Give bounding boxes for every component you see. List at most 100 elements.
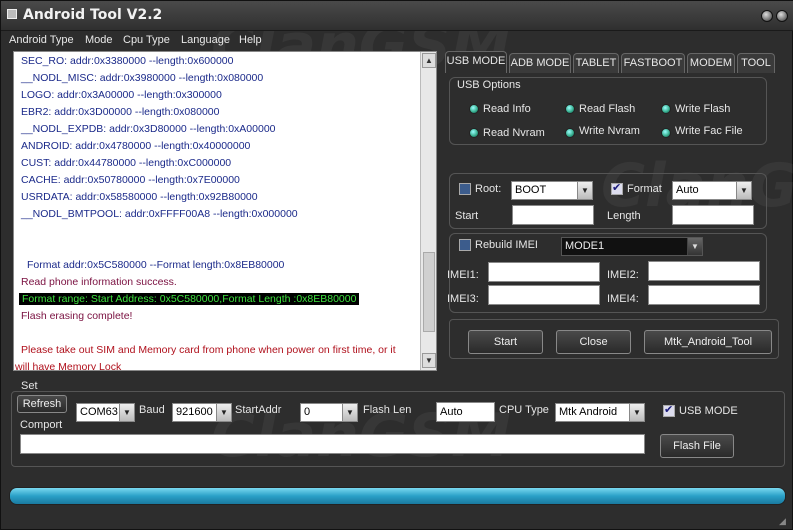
startaddr-value: 0 xyxy=(304,406,311,418)
mtk-android-tool-button[interactable]: Mtk_Android_Tool xyxy=(644,330,772,354)
log-format-range: Format range: Start Address: 0x5C580000,… xyxy=(19,293,360,305)
startaddr-select[interactable]: 0 ▼ xyxy=(300,403,358,422)
usb-mode-label: USB MODE xyxy=(679,405,738,417)
menu-cpu-type[interactable]: Cpu Type xyxy=(123,34,170,46)
chevron-down-icon[interactable]: ▼ xyxy=(342,404,357,421)
rebuild-imei-label: Rebuild IMEI xyxy=(475,239,538,251)
main-window: ClanGSM ClanGSM ClanGSM Android Tool V2.… xyxy=(0,0,793,530)
cpu-type-value: Mtk Android xyxy=(559,406,618,418)
chevron-down-icon[interactable]: ▼ xyxy=(216,404,231,421)
comport-field[interactable] xyxy=(20,434,645,454)
log-read-success: Read phone information success. xyxy=(21,276,177,288)
tab-usb-mode[interactable]: USB MODE xyxy=(445,51,507,73)
imei2-field[interactable] xyxy=(648,261,760,281)
option-read-flash[interactable]: Read Flash xyxy=(579,103,635,115)
flashlen-field[interactable]: Auto xyxy=(436,402,495,422)
root-checkbox[interactable] xyxy=(459,183,471,195)
comport-label: Comport xyxy=(20,419,63,431)
startaddr-label: StartAddr xyxy=(235,404,282,416)
minimize-icon[interactable] xyxy=(761,10,773,22)
tab-modem[interactable]: MODEM xyxy=(687,53,735,73)
log-line: CACHE: addr:0x50780000 --length:0x7E0000… xyxy=(21,174,240,186)
imei4-label: IMEI4: xyxy=(607,293,639,305)
format-select[interactable]: Auto ▼ xyxy=(672,181,752,200)
tab-fastboot[interactable]: FASTBOOT xyxy=(621,53,685,73)
format-checkbox[interactable] xyxy=(611,181,623,195)
root-value: BOOT xyxy=(515,184,547,196)
refresh-button[interactable]: Refresh xyxy=(17,395,67,413)
radio-icon[interactable] xyxy=(661,104,671,114)
chevron-down-icon[interactable]: ▼ xyxy=(736,182,751,199)
baud-value: 921600 xyxy=(176,406,213,418)
tab-tablet[interactable]: TABLET xyxy=(573,53,619,73)
imei-mode-select[interactable]: MODE1 ▼ xyxy=(561,237,703,256)
chevron-down-icon[interactable]: ▼ xyxy=(577,182,592,199)
com-port-value: COM63 xyxy=(80,406,118,418)
tab-tool[interactable]: TOOL xyxy=(737,53,775,73)
root-select[interactable]: BOOT ▼ xyxy=(511,181,593,200)
option-read-info[interactable]: Read Info xyxy=(483,103,531,115)
chevron-down-icon[interactable]: ▼ xyxy=(629,404,644,421)
menu-bar: Android Type Mode Cpu Type Language Help xyxy=(1,31,793,49)
log-line: ANDROID: addr:0x4780000 --length:0x40000… xyxy=(21,140,251,152)
scroll-down-icon[interactable]: ▼ xyxy=(422,353,436,368)
scroll-thumb[interactable] xyxy=(423,252,435,332)
menu-language[interactable]: Language xyxy=(181,34,230,46)
length-field[interactable] xyxy=(672,205,754,225)
usb-options-title: USB Options xyxy=(457,79,521,91)
imei1-field[interactable] xyxy=(488,262,600,282)
baud-select[interactable]: 921600 ▼ xyxy=(172,403,232,422)
option-write-nvram[interactable]: Write Nvram xyxy=(579,125,640,137)
start-label: Start xyxy=(455,210,479,222)
format-value: Auto xyxy=(676,184,699,196)
close-button[interactable]: Close xyxy=(556,330,631,354)
menu-mode[interactable]: Mode xyxy=(85,34,113,46)
flash-file-button[interactable]: Flash File xyxy=(660,434,734,458)
radio-icon[interactable] xyxy=(661,128,671,138)
cpu-type-select[interactable]: Mtk Android ▼ xyxy=(555,403,645,422)
option-write-flash[interactable]: Write Flash xyxy=(675,103,730,115)
radio-icon[interactable] xyxy=(469,104,479,114)
imei3-label: IMEI3: xyxy=(447,293,479,305)
flashlen-label: Flash Len xyxy=(363,404,412,416)
option-write-fac-file[interactable]: Write Fac File xyxy=(675,125,743,137)
log-output[interactable]: SEC_RO: addr:0x3380000 --length:0x600000… xyxy=(13,51,437,371)
start-button[interactable]: Start xyxy=(468,330,543,354)
scroll-up-icon[interactable]: ▲ xyxy=(422,53,436,68)
cpu-type-label: CPU Type xyxy=(499,404,549,416)
log-line: __NODL_BMTPOOL: addr:0xFFFF00A8 --length… xyxy=(21,208,298,220)
radio-icon[interactable] xyxy=(565,128,575,138)
log-format-range-wrap: Format range: Start Address: 0x5C580000,… xyxy=(19,293,360,305)
log-format-line: Format addr:0x5C580000 --Format length:0… xyxy=(27,259,285,271)
log-line: USRDATA: addr:0x58580000 --length:0x92B8… xyxy=(21,191,258,203)
length-label: Length xyxy=(607,210,641,222)
log-line: LOGO: addr:0x3A00000 --length:0x300000 xyxy=(21,89,222,101)
format-label: Format xyxy=(627,183,662,195)
log-warning: Please take out SIM and Memory card from… xyxy=(21,344,396,356)
rebuild-imei-checkbox[interactable] xyxy=(459,239,471,251)
radio-icon[interactable] xyxy=(469,128,479,138)
chevron-down-icon[interactable]: ▼ xyxy=(687,238,702,255)
option-read-nvram[interactable]: Read Nvram xyxy=(483,127,545,139)
com-port-select[interactable]: COM63 ▼ xyxy=(76,403,135,422)
start-field[interactable] xyxy=(512,205,594,225)
imei4-field[interactable] xyxy=(648,285,760,305)
radio-icon[interactable] xyxy=(565,104,575,114)
tab-adb-mode[interactable]: ADB MODE xyxy=(509,53,571,73)
log-line: EBR2: addr:0x3D00000 --length:0x080000 xyxy=(21,106,220,118)
log-flash-complete: Flash erasing complete! xyxy=(21,310,133,322)
menu-android-type[interactable]: Android Type xyxy=(9,34,74,46)
imei3-field[interactable] xyxy=(488,285,600,305)
close-icon[interactable] xyxy=(776,10,788,22)
log-line: __NODL_MISC: addr:0x3980000 --length:0x0… xyxy=(21,72,264,84)
log-scrollbar[interactable]: ▲ ▼ xyxy=(420,52,436,370)
menu-help[interactable]: Help xyxy=(239,34,262,46)
usb-mode-checkbox[interactable] xyxy=(663,403,675,417)
log-line: __NODL_EXPDB: addr:0x3D80000 --length:0x… xyxy=(21,123,276,135)
progress-fill xyxy=(10,488,785,504)
settings-title: Set xyxy=(21,380,38,392)
chevron-down-icon[interactable]: ▼ xyxy=(119,404,134,421)
window-title: Android Tool V2.2 xyxy=(23,7,163,23)
root-label: Root: xyxy=(475,183,502,195)
resize-grip-icon[interactable]: ◢ xyxy=(779,516,789,526)
